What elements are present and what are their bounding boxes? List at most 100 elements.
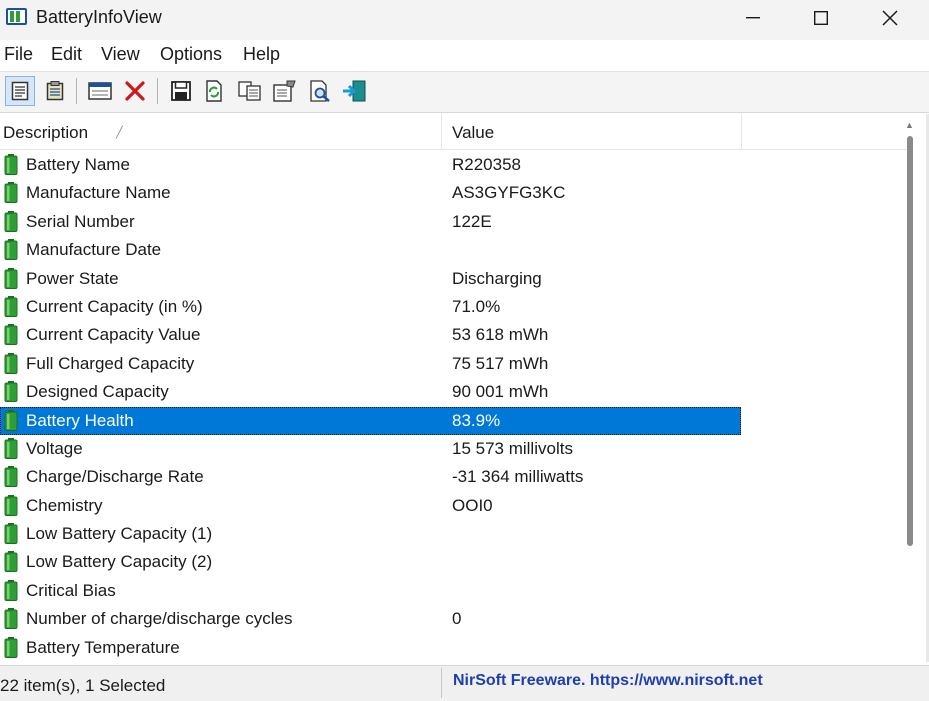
menu-view[interactable]: View <box>101 44 140 65</box>
status-divider <box>441 668 442 698</box>
nirsoft-link[interactable]: NirSoft Freeware. https://www.nirsoft.ne… <box>453 672 763 690</box>
window-title: BatteryInfoView <box>36 7 162 27</box>
table-row[interactable]: Current Capacity Value 53 618 mWh <box>0 321 741 349</box>
save-icon <box>171 81 191 101</box>
table-row[interactable]: Battery Temperature <box>0 634 741 662</box>
table-row[interactable]: Charge/Discharge Rate -31 364 milliwatts <box>0 463 741 491</box>
html-report-all-icon <box>46 81 64 101</box>
copy-icon <box>238 81 261 101</box>
battery-icon <box>4 466 18 488</box>
table-row[interactable]: Full Charged Capacity 75 517 mWh <box>0 350 741 378</box>
table-row[interactable]: Manufacture Date <box>0 236 741 264</box>
row-description: Battery Temperature <box>26 637 180 657</box>
row-description: Battery Health <box>26 410 134 430</box>
table-row[interactable]: Designed Capacity 90 001 mWh <box>0 378 741 406</box>
properties-window-button[interactable] <box>85 76 115 106</box>
row-description: Manufacture Name <box>26 183 171 203</box>
row-value: Discharging <box>452 268 542 288</box>
row-description: Serial Number <box>26 211 135 231</box>
exit-button[interactable] <box>339 76 369 106</box>
menu-help[interactable]: Help <box>243 44 280 65</box>
row-value: 122E <box>452 211 492 231</box>
row-description: Critical Bias <box>26 580 116 600</box>
toolbar-separator <box>76 78 77 104</box>
row-description: Low Battery Capacity (1) <box>26 524 213 544</box>
row-value: 71.0% <box>452 296 501 316</box>
column-divider[interactable] <box>741 114 742 149</box>
sort-ascending-icon: ╱ <box>116 127 123 139</box>
row-description: Battery Name <box>26 155 130 174</box>
table-row[interactable]: Battery Name R220358 <box>0 151 741 179</box>
html-report-selected-button[interactable] <box>5 76 35 106</box>
table-row[interactable]: Chemistry OOI0 <box>0 492 741 520</box>
battery-icon <box>4 267 18 289</box>
close-button[interactable] <box>855 0 925 36</box>
maximize-button[interactable] <box>786 0 856 36</box>
battery-icon <box>4 210 18 232</box>
battery-icon <box>4 523 18 545</box>
vertical-scrollbar-thumb[interactable] <box>907 136 913 546</box>
list-header: Description ╱ Value <box>0 114 910 150</box>
table-row[interactable]: Voltage 15 573 millivolts <box>0 435 741 463</box>
menu-options[interactable]: Options <box>160 44 222 65</box>
delete-button[interactable] <box>120 76 150 106</box>
row-description: Full Charged Capacity <box>26 353 195 373</box>
battery-icon <box>4 551 18 573</box>
find-button[interactable] <box>305 76 335 106</box>
exit-icon <box>343 80 366 102</box>
html-report-all-button[interactable] <box>40 76 70 106</box>
scroll-up-arrow[interactable]: ▲ <box>905 120 914 130</box>
minimize-button[interactable] <box>718 0 788 36</box>
properties-window-icon <box>88 82 112 100</box>
save-button[interactable] <box>166 76 196 106</box>
row-value: 15 573 millivolts <box>452 438 573 458</box>
row-description: Designed Capacity <box>26 382 169 402</box>
battery-icon <box>4 409 18 431</box>
row-description: Chemistry <box>26 495 103 515</box>
row-description: Low Battery Capacity (2) <box>26 552 213 572</box>
column-header-value[interactable]: Value <box>452 123 494 143</box>
battery-icon <box>4 154 18 175</box>
table-row[interactable]: Battery Health 83.9% <box>0 406 741 435</box>
row-description: Current Capacity (in %) <box>26 296 203 316</box>
toolbar-separator <box>157 78 158 104</box>
row-value: 0 <box>452 609 462 629</box>
battery-icon <box>4 636 18 658</box>
battery-icon <box>4 295 18 317</box>
row-value: R220358 <box>452 155 522 174</box>
column-header-description[interactable]: Description <box>3 123 88 143</box>
table-row[interactable]: Manufacture Name AS3GYFG3KC <box>0 179 741 207</box>
html-report-selected-icon <box>11 81 29 101</box>
minimize-icon <box>746 17 760 19</box>
table-row[interactable]: Critical Bias <box>0 577 741 605</box>
menu-file[interactable]: File <box>4 44 33 65</box>
title-bar: BatteryInfoView <box>0 0 929 40</box>
row-value: -31 364 milliwatts <box>452 467 584 487</box>
table-row[interactable]: Low Battery Capacity (2) <box>0 548 741 576</box>
battery-icon <box>4 381 18 403</box>
row-description: Number of charge/discharge cycles <box>26 609 293 629</box>
find-icon <box>310 80 330 102</box>
row-description: Current Capacity Value <box>26 325 201 345</box>
battery-icon <box>4 579 18 601</box>
copy-button[interactable] <box>235 76 265 106</box>
table-row[interactable]: Low Battery Capacity (1) <box>0 520 741 548</box>
row-value: 83.9% <box>452 410 501 430</box>
battery-icon <box>4 352 18 374</box>
table-row[interactable]: Power State Discharging <box>0 265 741 293</box>
row-value: OOI0 <box>452 495 493 515</box>
battery-icon <box>4 324 18 346</box>
battery-icon <box>4 608 18 630</box>
row-value: 90 001 mWh <box>452 382 549 402</box>
row-value: 75 517 mWh <box>452 353 549 373</box>
row-value: 53 618 mWh <box>452 325 549 345</box>
table-row[interactable]: Number of charge/discharge cycles 0 <box>0 605 741 633</box>
battery-info-list[interactable]: Description ╱ Value Battery Name R220358 M… <box>0 114 929 662</box>
table-row[interactable]: Current Capacity (in %) 71.0% <box>0 293 741 321</box>
refresh-button[interactable] <box>199 76 229 106</box>
menu-edit[interactable]: Edit <box>51 44 82 65</box>
table-row[interactable]: Serial Number 122E <box>0 208 741 236</box>
row-description: Voltage <box>26 438 83 458</box>
properties-button[interactable] <box>270 76 300 106</box>
column-divider[interactable] <box>441 114 442 149</box>
